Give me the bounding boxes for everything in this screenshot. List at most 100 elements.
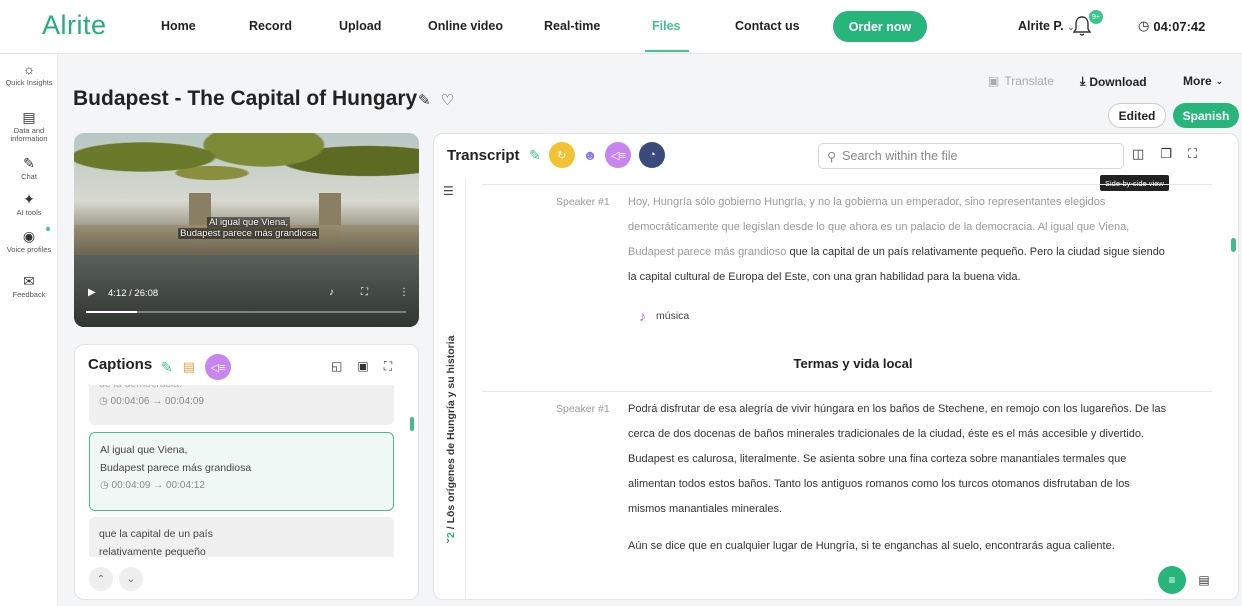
edit-pencil-icon[interactable]: ✎ [418,91,431,109]
video-subtitle: Al igual que Viena, Budapest parece más … [178,217,319,239]
more-options-icon[interactable]: ⋮ [399,287,409,298]
translate-icon: ▣ [988,74,1000,88]
transcript-paragraph: Aún se dice que en cualquier lugar de Hu… [628,540,1115,552]
edit-pencil-icon[interactable]: ✎ [161,359,173,376]
copy-icon[interactable]: ❐ [1160,146,1172,162]
order-now-button[interactable]: Order now [833,11,927,42]
nav-active-underline [645,50,689,52]
rail-voice-profiles[interactable]: ◉ Voice profiles [0,229,58,254]
audio-caption-icon[interactable]: ◁≡ [205,354,232,380]
caption-item[interactable]: que la capital de un país relativamente … [89,517,394,557]
tooltip: Side-by-side view [1100,175,1169,191]
nav-upload[interactable]: Upload [339,19,381,33]
side-by-side-icon[interactable]: ◫ [1132,146,1144,162]
chevron-right-icon[interactable]: › [446,535,450,547]
captions-nav: ⌃ ⌄ [89,567,143,591]
app-logo[interactable]: Alrite [42,10,107,41]
page-title: Budapest - The Capital of Hungary [73,87,418,110]
feedback-icon: ✉ [23,273,35,289]
expand-icon[interactable]: ⛶ [384,359,392,374]
speaker-label: Speaker #1 [556,196,610,208]
transcript-panel: Transcript ✎ ↻ ☻ ◁≡ ◔ ⚲ Search within th… [433,133,1239,600]
top-navigation-bar: Alrite Home Record Upload Online video R… [0,0,1242,54]
volume-icon[interactable]: ♪ [329,287,334,298]
search-input[interactable]: ⚲ Search within the file [818,143,1124,169]
nav-home[interactable]: Home [161,19,196,33]
analytics-icon[interactable]: ◔ [639,142,666,168]
captions-view-tools: ◱ ▣ ⛶ [331,359,392,374]
transcript-view-tools: ◫ ❐ ⛶ [1132,146,1197,162]
video-progress-fill [86,311,138,313]
menu-icon[interactable]: ☰ [443,184,454,198]
list-view-icon[interactable]: ▤ [1190,566,1218,594]
chevron-down-icon: ⌄ [1215,75,1224,86]
transcript-scrollbar[interactable] [1231,178,1236,554]
play-icon[interactable]: ▶ [88,287,96,298]
chevron-down-icon[interactable]: ⌄ [119,567,143,591]
clock-icon: ◷ [1138,18,1150,33]
clock-icon: ◷ [100,480,109,491]
nav-real-time[interactable]: Real-time [544,19,600,33]
audio-caption-icon[interactable]: ◁≡ [605,142,632,168]
rail-data-information[interactable]: ▤ Data and information [0,110,58,142]
clock-icon: ◷ [99,396,108,407]
expand-icon[interactable]: ⛶ [1188,146,1197,162]
speaker-label: Speaker #1 [556,403,610,415]
rail-ai-tools[interactable]: ✦ AI tools [0,192,58,217]
divider [482,391,1212,392]
heart-icon[interactable]: ♡ [441,91,454,109]
nav-online-video[interactable]: Online video [428,19,503,33]
captions-panel: Captions ✎ ▤ ◁≡ ◱ ▣ ⛶ de la democracia. … [74,344,419,600]
chevron-up-icon[interactable]: ⌃ [89,567,113,591]
captions-scrollbar[interactable] [410,389,414,553]
view-toggle: ≡ ▤ [1158,566,1218,594]
video-controls: ▶ 4:12 / 26:08 ♪ ⛶ ⋮ [74,285,419,327]
notification-badge: 9+ [1089,10,1103,24]
user-name: Alrite P. [1018,19,1064,33]
caption-item[interactable]: de la democracia. ◷ 00:04:06 → 00:04:09 [89,385,394,425]
speaker-icon[interactable]: ☻ [583,147,598,163]
translate-button[interactable]: ▣ Translate [988,74,1054,88]
divider [482,184,1212,185]
scroll-thumb[interactable] [410,417,414,431]
fullscreen-icon[interactable]: ⛶ [361,287,368,298]
more-menu[interactable]: More ⌄ [1183,74,1223,88]
sparkle-icon: ✦ [23,191,35,207]
rail-quick-insights[interactable]: ☼ Quick Insights [0,62,58,87]
edited-button[interactable]: Edited [1108,103,1166,128]
rail-chat[interactable]: ✎ Chat [0,156,58,181]
paragraph-view-icon[interactable]: ≡ [1158,566,1186,594]
title-actions: ✎ ♡ [418,91,454,109]
chat-icon: ✎ [23,155,35,171]
scroll-thumb[interactable] [1231,238,1236,252]
video-progress-bar[interactable] [86,311,406,313]
download-icon: ⤓ [1080,74,1086,88]
music-note-icon: ♪ [639,308,646,324]
refresh-icon[interactable]: ↻ [548,142,575,168]
timer-icon[interactable]: ◱ [331,359,342,374]
new-indicator-dot [46,227,50,231]
chart-icon: ▤ [22,109,36,125]
caption-item-active[interactable]: Al igual que Viena, Budapest parece más … [89,432,394,511]
left-rail: ☼ Quick Insights ▤ Data and information ✎ C… [0,54,58,606]
nav-record[interactable]: Record [249,19,292,33]
chevron-left-icon[interactable]: ‹ [446,508,450,520]
search-icon: ⚲ [827,149,837,164]
nav-files[interactable]: Files [652,19,681,33]
video-player[interactable]: Al igual que Viena, Budapest parece más … [74,133,419,327]
music-marker: ♪ música [639,308,690,324]
video-frame-foliage [74,133,419,213]
edit-pencil-icon[interactable]: ✎ [529,147,541,164]
transcript-toolbar: ✎ ↻ ☻ ◁≡ ◔ [529,142,666,168]
user-menu[interactable]: Alrite P. ⌄ [1018,19,1075,33]
subtitle-style-icon[interactable]: ▤ [183,359,195,375]
transcript-paragraph: Hoy, Hungría sólo gobierno Hungría, y no… [628,196,1165,283]
caption-format-icon[interactable]: ▣ [357,359,368,374]
voice-icon: ◉ [22,228,36,244]
download-button[interactable]: ⤓ Download [1080,74,1147,89]
timer-value: 04:07:42 [1153,18,1206,34]
rail-feedback[interactable]: ✉ Feedback [0,274,58,299]
nav-contact-us[interactable]: Contact us [735,19,800,33]
language-button[interactable]: Spanish [1173,103,1239,128]
video-time: 4:12 / 26:08 [108,288,159,299]
